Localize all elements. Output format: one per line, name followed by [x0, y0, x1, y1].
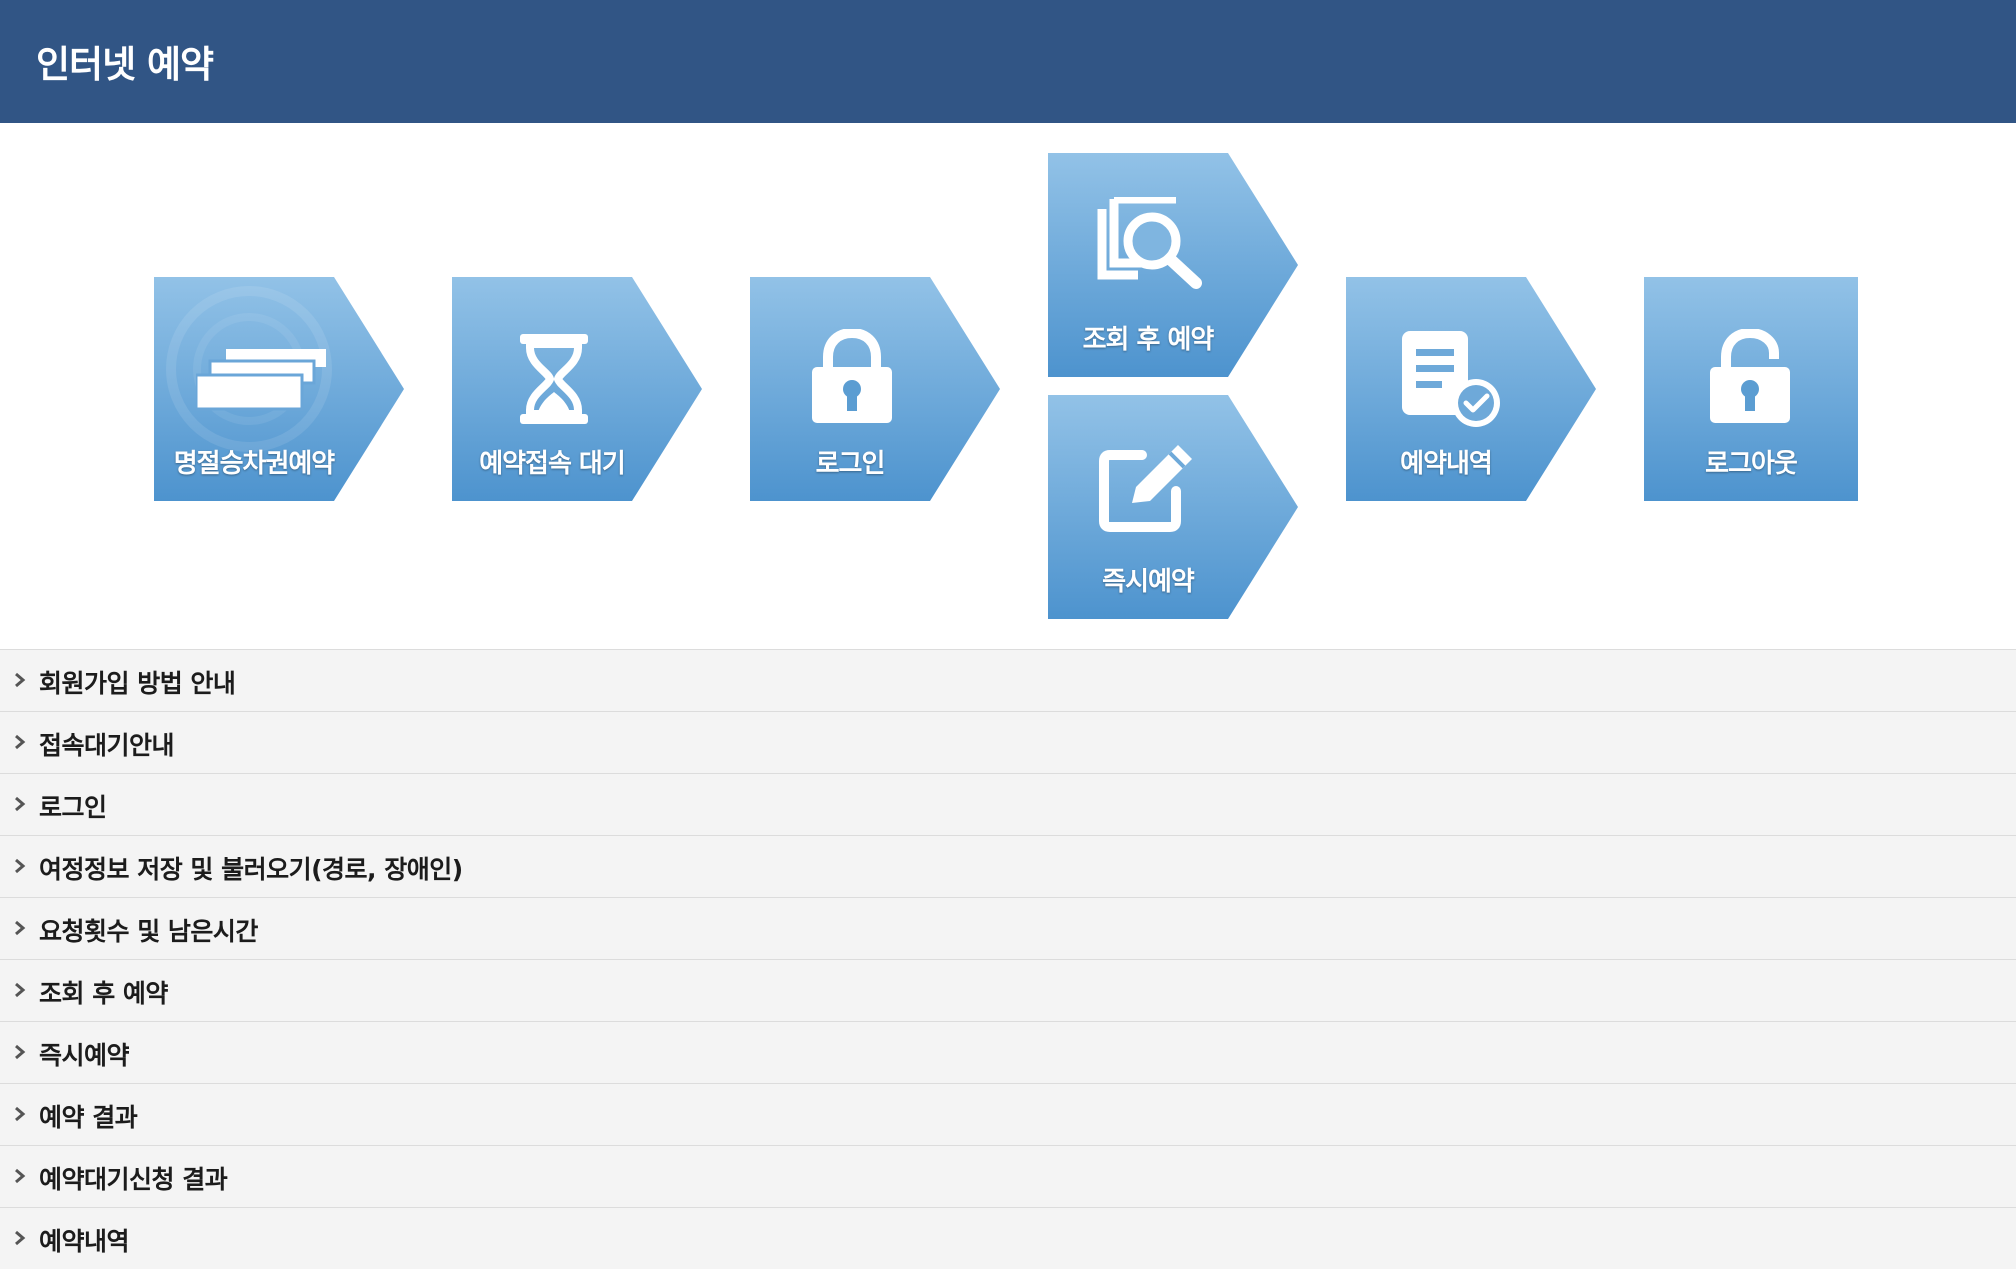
guide-list: 회원가입 방법 안내 접속대기안내 로그인 여정정보 저장 및 불러오기(경로,…: [0, 649, 2016, 1269]
page-title: 인터넷 예약: [36, 43, 214, 86]
hourglass-icon: [520, 334, 588, 424]
list-item-queue-guide[interactable]: 접속대기안내: [0, 711, 2016, 773]
reservation-history-tile[interactable]: 예약내역: [1346, 277, 1598, 501]
page-header: 인터넷 예약: [0, 0, 2016, 123]
reservation-queue-tile[interactable]: 예약접속 대기: [452, 277, 704, 501]
chevron-right-icon: [15, 1106, 26, 1122]
search-document-icon: [1097, 197, 1202, 289]
list-item-label: 회원가입 방법 안내: [39, 669, 236, 698]
list-item-itinerary[interactable]: 여정정보 저장 및 불러오기(경로, 장애인): [0, 835, 2016, 897]
list-item-label: 예약대기신청 결과: [39, 1165, 228, 1194]
list-item-label: 로그인: [39, 793, 107, 822]
list-item-search-reserve[interactable]: 조회 후 예약: [0, 959, 2016, 1021]
logout-tile[interactable]: 로그아웃: [1644, 277, 1896, 501]
edit-icon: [1099, 445, 1192, 532]
chevron-right-icon: [15, 920, 26, 936]
list-item-request-count[interactable]: 요청횟수 및 남은시간: [0, 897, 2016, 959]
chevron-right-icon: [15, 858, 26, 874]
list-item-signup-guide[interactable]: 회원가입 방법 안내: [0, 649, 2016, 711]
list-item-label: 조회 후 예약: [39, 979, 168, 1008]
chevron-right-icon: [15, 1230, 26, 1246]
list-item-label: 요청횟수 및 남은시간: [39, 917, 258, 946]
list-item-login[interactable]: 로그인: [0, 773, 2016, 835]
lock-icon: [812, 329, 892, 423]
tile-label: 로그인: [815, 449, 886, 479]
ticket-icon: [196, 349, 326, 411]
chevron-right-icon: [15, 982, 26, 998]
unlock-icon: [1710, 329, 1790, 423]
document-check-icon: [1402, 331, 1500, 427]
chevron-right-icon: [15, 796, 26, 812]
chevron-right-icon: [15, 672, 26, 688]
chevron-right-icon: [15, 1044, 26, 1060]
tile-label: 예약내역: [1400, 449, 1493, 479]
tile-label: 즉시예약: [1102, 567, 1195, 597]
tile-label: 조회 후 예약: [1082, 325, 1215, 355]
list-item-waitlist-result[interactable]: 예약대기신청 결과: [0, 1145, 2016, 1207]
chevron-right-icon: [15, 1168, 26, 1184]
login-tile[interactable]: 로그인: [750, 277, 1002, 501]
list-item-instant-reserve[interactable]: 즉시예약: [0, 1021, 2016, 1083]
list-item-reserve-history[interactable]: 예약내역: [0, 1207, 2016, 1269]
list-item-label: 여정정보 저장 및 불러오기(경로, 장애인): [39, 855, 463, 884]
holiday-ticket-reservation-tile[interactable]: 명절승차권예약: [154, 277, 406, 501]
list-item-label: 즉시예약: [39, 1041, 130, 1070]
list-item-label: 예약 결과: [39, 1103, 138, 1132]
tile-label: 명절승차권예약: [173, 449, 335, 479]
tile-label: 로그아웃: [1705, 449, 1798, 479]
instant-reservation-tile[interactable]: 즉시예약: [1048, 395, 1300, 619]
list-item-label: 예약내역: [39, 1227, 130, 1256]
tile-label: 예약접속 대기: [479, 449, 626, 479]
search-then-reserve-tile[interactable]: 조회 후 예약: [1048, 153, 1300, 377]
list-item-label: 접속대기안내: [39, 731, 175, 760]
chevron-right-icon: [15, 734, 26, 750]
list-item-reserve-result[interactable]: 예약 결과: [0, 1083, 2016, 1145]
